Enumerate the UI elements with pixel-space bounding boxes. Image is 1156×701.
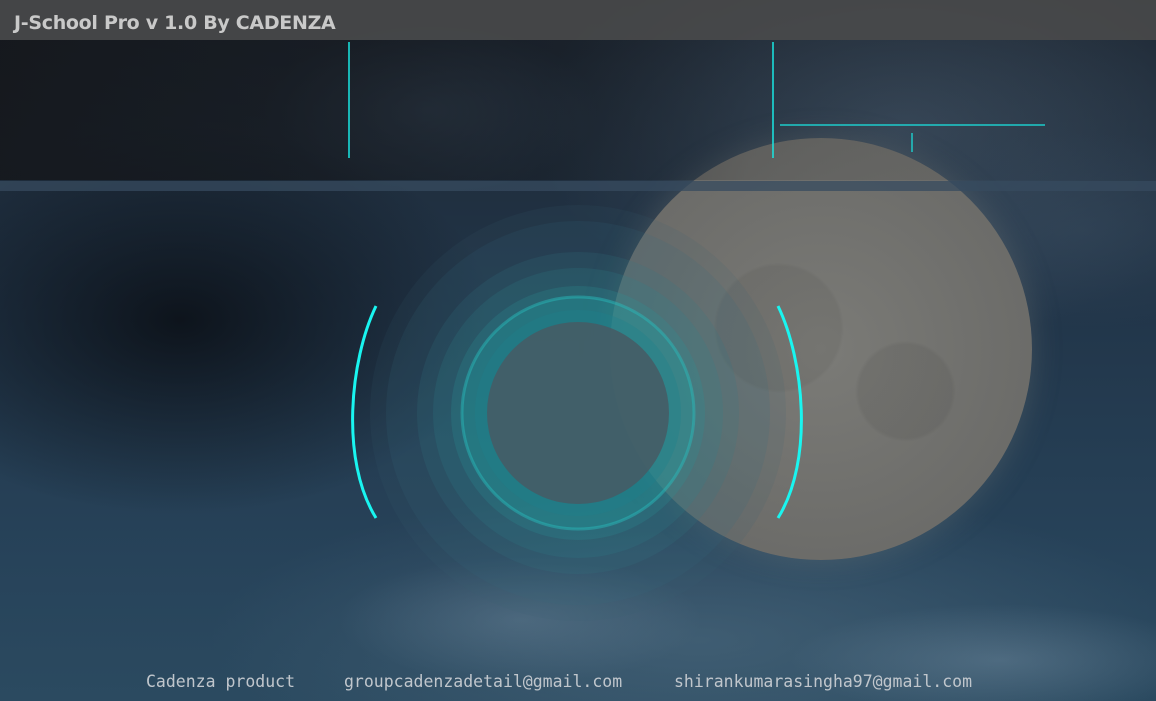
title-bar[interactable]: J-School Pro v 1.0 By CADENZA xyxy=(0,0,1156,40)
hud-graphics xyxy=(58,42,1098,621)
loader-rings xyxy=(370,205,786,621)
loader-core xyxy=(487,322,669,504)
right-bracket-frame xyxy=(776,304,1098,520)
footer-group-email: groupcadenzadetail@gmail.com xyxy=(344,672,623,691)
left-bracket-frame xyxy=(58,304,378,520)
app-window: J-School Pro v 1.0 By CADENZA Cadenza pr… xyxy=(0,0,1156,701)
window-title: J-School Pro v 1.0 By CADENZA xyxy=(14,12,336,34)
footer-personal-email: shirankumarasingha97@gmail.com xyxy=(674,672,973,691)
footer-product-label: Cadenza product xyxy=(146,672,296,691)
footer: Cadenza product groupcadenzadetail@gmail… xyxy=(0,672,1156,696)
